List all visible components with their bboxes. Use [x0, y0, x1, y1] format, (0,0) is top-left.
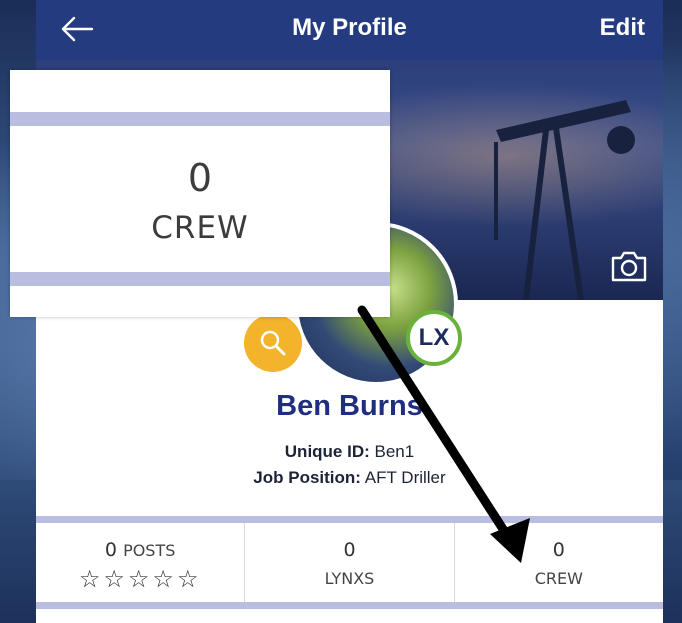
page-title: My Profile [292, 14, 407, 41]
rating-stars: ☆☆☆☆☆ [78, 565, 202, 593]
lynxs-stat[interactable]: 0 LYNXS [245, 523, 455, 602]
zoom-crew-count: 0 [187, 156, 213, 200]
job-position-row: Job Position: AFT Driller [36, 468, 663, 488]
lx-badge[interactable]: LX [406, 310, 462, 366]
crew-zoom-callout: 0 CREW [10, 70, 390, 317]
stats-divider-bottom [36, 602, 663, 609]
stats-divider-top [36, 516, 663, 523]
camera-icon[interactable] [609, 248, 649, 284]
crew-count: 0 [552, 539, 565, 561]
magnifier-icon [260, 330, 286, 356]
zoom-divider-bottom [10, 272, 390, 286]
job-position-label: Job Position: [253, 468, 361, 487]
edit-button[interactable]: Edit [600, 14, 645, 42]
unique-id-label: Unique ID: [284, 442, 370, 461]
stats-bar: 0 POSTS ☆☆☆☆☆ 0 LYNXS 0 CREW [36, 523, 663, 602]
crew-label: CREW [534, 569, 583, 588]
lynxs-label: LYNXS [324, 569, 375, 588]
posts-count: 0 [104, 539, 118, 561]
unique-id-row: Unique ID: Ben1 [36, 442, 663, 462]
crew-stat[interactable]: 0 CREW [455, 523, 663, 602]
profile-name: Ben Burns [276, 390, 423, 422]
job-position-value: AFT Driller [364, 468, 446, 487]
unique-id-value: Ben1 [374, 442, 415, 461]
search-badge[interactable] [244, 314, 302, 372]
lynxs-count: 0 [343, 539, 356, 561]
posts-label: POSTS [123, 541, 176, 560]
zoom-crew-label: CREW [151, 210, 249, 246]
posts-stat[interactable]: 0 POSTS ☆☆☆☆☆ [36, 523, 246, 602]
top-bar: My Profile Edit [36, 0, 663, 60]
posts-count-row: 0 POSTS [36, 539, 244, 561]
zoom-divider-top [10, 112, 390, 126]
